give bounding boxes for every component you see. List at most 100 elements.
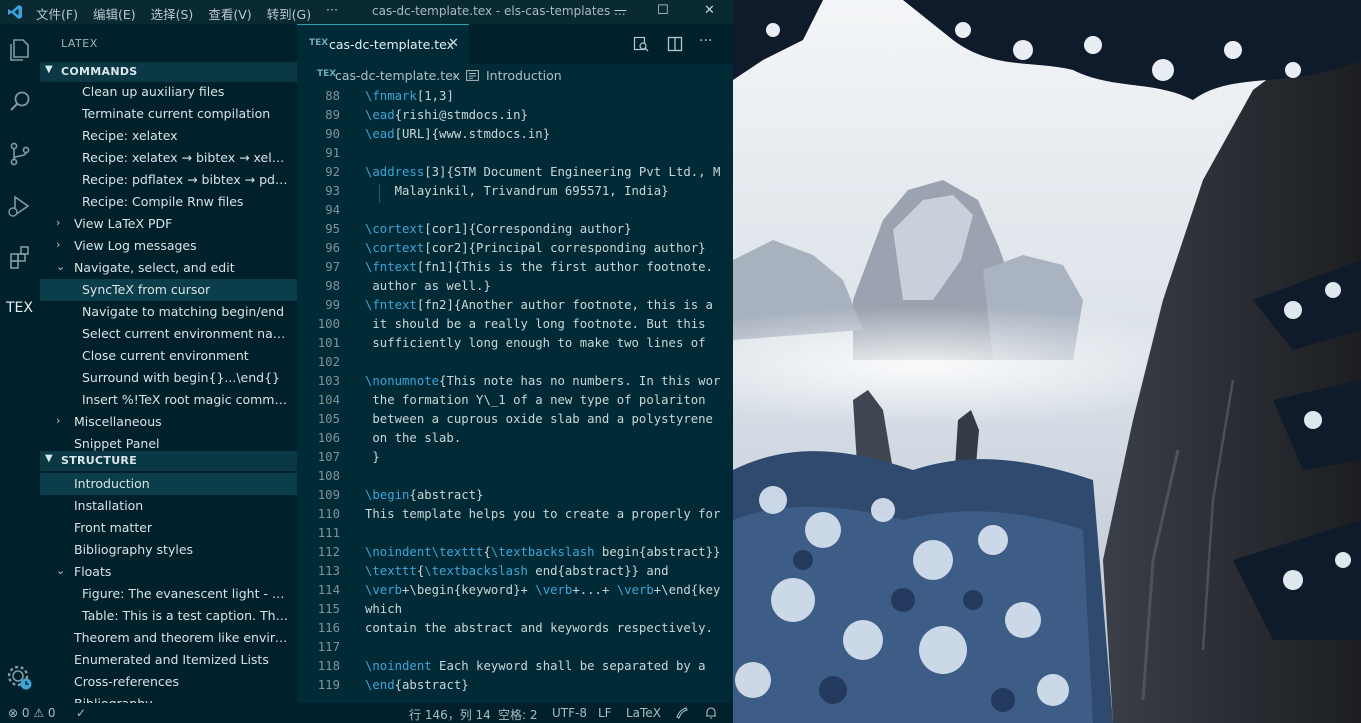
tab-close-icon[interactable]: ✕ — [448, 36, 459, 51]
code-line: \texttt{\textbackslash end{abstract}} an… — [365, 564, 669, 578]
problems-status[interactable]: ⊗ 0 ⚠ 0 — [8, 706, 56, 720]
structure-section-header[interactable]: ▼ STRUCTURE — [40, 451, 297, 471]
sidebar-item-recipe-xelatex-bibtex[interactable]: Recipe: xelatex → bibtex → xelat... — [40, 147, 297, 169]
chevron-down-icon: ⌄ — [56, 260, 66, 273]
code-line: \noindent Each keyword shall be separate… — [365, 659, 713, 673]
text-token: contain the abstract and keywords respec… — [365, 621, 713, 635]
sidebar-item-insert-tex-root-comment[interactable]: Insert %!TeX root magic comment — [40, 389, 297, 411]
latex-command-token: \nonumnote — [365, 374, 440, 388]
sidebar-item-navigate-matching-begin-end[interactable]: Navigate to matching begin/end — [40, 301, 297, 323]
language-mode[interactable]: LaTeX — [626, 706, 661, 720]
structure-item-cross-references[interactable]: Cross-references — [40, 671, 297, 693]
close-window-button[interactable]: ✕ — [704, 3, 715, 18]
run-debug-icon[interactable] — [4, 190, 36, 222]
latex-command-token: \begin — [365, 488, 410, 502]
line-number: 105 — [317, 412, 340, 426]
sidebar-item-navigate-select-edit[interactable]: ⌄ Navigate, select, and edit — [40, 257, 297, 279]
sidebar-item-view-log-messages[interactable]: › View Log messages — [40, 235, 297, 257]
structure-item-figure-evanescent-light[interactable]: Figure: The evanescent light - $1... — [40, 583, 297, 605]
text-token: between a cuprous oxide slab and a polys… — [365, 412, 713, 426]
open-preview-icon[interactable] — [633, 36, 649, 52]
text-token: on the slab. — [365, 431, 462, 445]
sidebar-item-recipe-pdflatex-bibtex[interactable]: Recipe: pdflatex → bibtex → pdfl... — [40, 169, 297, 191]
structure-item-installation[interactable]: Installation — [40, 495, 297, 517]
structure-item-theorem-environments[interactable]: Theorem and theorem like environ... — [40, 627, 297, 649]
line-number: 99 — [325, 298, 340, 312]
menu-more-icon[interactable]: ··· — [326, 2, 338, 17]
split-editor-icon[interactable] — [667, 36, 683, 52]
code-editor[interactable]: 88 89 90 91 92 93 94 95 96 97 98 99 100 101 102 103 104 1… — [297, 86, 733, 703]
line-number: 96 — [325, 241, 340, 255]
menu-bar: 文件(F) 编辑(E) 选择(S) 查看(V) 转到(G) — [36, 4, 326, 23]
sidebar-item-surround-with-begin-end[interactable]: Surround with begin{}...\end{} — [40, 367, 297, 389]
latex-command-token: \verb — [616, 583, 654, 597]
text-token: This template helps you to create a prop… — [365, 507, 721, 521]
line-number: 91 — [325, 146, 340, 160]
line-number: 113 — [317, 564, 340, 578]
structure-item-enumerated-itemized-lists[interactable]: Enumerated and Itemized Lists — [40, 649, 297, 671]
indentation-status[interactable]: 空格: 2 — [498, 706, 538, 723]
search-icon[interactable] — [4, 86, 36, 118]
maximize-button[interactable]: ☐ — [657, 3, 669, 18]
sidebar-item-close-environment[interactable]: Close current environment — [40, 345, 297, 367]
code-line: sufficiently long enough to make two lin… — [365, 336, 713, 350]
sidebar-item-recipe-xelatex[interactable]: Recipe: xelatex — [40, 125, 297, 147]
code-line: \address[3]{STM Document Engineering Pvt… — [365, 165, 720, 179]
text-token: {abstract} — [409, 488, 484, 502]
code-line: contain the abstract and keywords respec… — [365, 621, 713, 635]
structure-item-floats[interactable]: ⌄ Floats — [40, 561, 297, 583]
menu-view[interactable]: 查看(V) — [208, 4, 251, 23]
menu-edit[interactable]: 编辑(E) — [93, 4, 136, 23]
sidebar-item-label: Miscellaneous — [74, 414, 162, 429]
menu-selection[interactable]: 选择(S) — [151, 4, 194, 23]
breadcrumb-section[interactable]: Introduction — [486, 68, 562, 83]
structure-item-label: Figure: The evanescent light - $1... — [82, 586, 290, 601]
code-line: on the slab. — [365, 431, 461, 445]
sidebar-item-miscellaneous[interactable]: › Miscellaneous — [40, 411, 297, 433]
line-number: 111 — [317, 526, 340, 540]
structure-item-bibliography-styles[interactable]: Bibliography styles — [40, 539, 297, 561]
encoding-status[interactable]: UTF-8 — [552, 706, 587, 720]
text-token: [URL]{www.stmdocs.in} — [394, 127, 551, 141]
sidebar-item-clean-aux-files[interactable]: Clean up auxiliary files — [40, 81, 297, 103]
code-line: This template helps you to create a prop… — [365, 507, 720, 521]
tex-icon[interactable]: TEX — [6, 300, 34, 316]
more-actions-icon[interactable]: ··· — [699, 33, 712, 49]
source-control-icon[interactable] — [4, 138, 36, 170]
title-bar: 文件(F) 编辑(E) 选择(S) 查看(V) 转到(G) ··· cas-dc… — [0, 0, 733, 24]
sidebar-item-select-environment-name[interactable]: Select current environment name — [40, 323, 297, 345]
line-number: 109 — [317, 488, 340, 502]
breadcrumb-file[interactable]: cas-dc-template.tex — [335, 68, 460, 83]
extensions-icon[interactable] — [4, 242, 36, 274]
structure-item-table-test-caption[interactable]: Table: This is a test caption. This i... — [40, 605, 297, 627]
text-token: {This note has no numbers. In this wor — [439, 374, 721, 388]
notifications-bell-icon[interactable] — [704, 706, 718, 720]
check-icon[interactable]: ✓ — [76, 706, 86, 720]
sidebar-item-view-latex-pdf[interactable]: › View LaTeX PDF — [40, 213, 297, 235]
code-line: \ead[URL]{www.stmdocs.in} — [365, 127, 550, 141]
section-symbol-icon — [466, 70, 479, 81]
breadcrumb-separator: › — [452, 67, 457, 82]
manage-gear-icon[interactable] — [4, 662, 36, 694]
tab-cas-dc-template[interactable]: TEX cas-dc-template.tex ✕ — [297, 24, 469, 64]
sidebar-item-recipe-compile-rnw[interactable]: Recipe: Compile Rnw files — [40, 191, 297, 213]
structure-item-front-matter[interactable]: Front matter — [40, 517, 297, 539]
feedback-icon[interactable] — [675, 706, 689, 720]
explorer-icon[interactable] — [4, 34, 36, 66]
line-number: 98 — [325, 279, 340, 293]
minimize-button[interactable]: — — [614, 3, 627, 18]
cursor-position[interactable]: 行 146，列 14 — [409, 706, 491, 723]
menu-go[interactable]: 转到(G) — [267, 4, 311, 23]
commands-section-header[interactable]: ▼ COMMANDS — [40, 62, 297, 82]
text-token: [fn2]{Another author footnote, this is a — [416, 298, 721, 312]
line-number: 114 — [317, 583, 340, 597]
latex-command-token: \noindent — [365, 659, 432, 673]
code-line: \cortext[cor2]{Principal corresponding a… — [365, 241, 706, 255]
sidebar-item-synctex-from-cursor[interactable]: SyncTeX from cursor — [40, 279, 297, 301]
line-number: 119 — [317, 678, 340, 692]
editor-group: TEX cas-dc-template.tex ✕ ··· TEX cas-dc… — [297, 24, 733, 703]
sidebar-item-terminate-compilation[interactable]: Terminate current compilation — [40, 103, 297, 125]
eol-status[interactable]: LF — [598, 706, 612, 720]
menu-file[interactable]: 文件(F) — [36, 4, 78, 23]
structure-item-introduction[interactable]: Introduction — [40, 473, 297, 495]
